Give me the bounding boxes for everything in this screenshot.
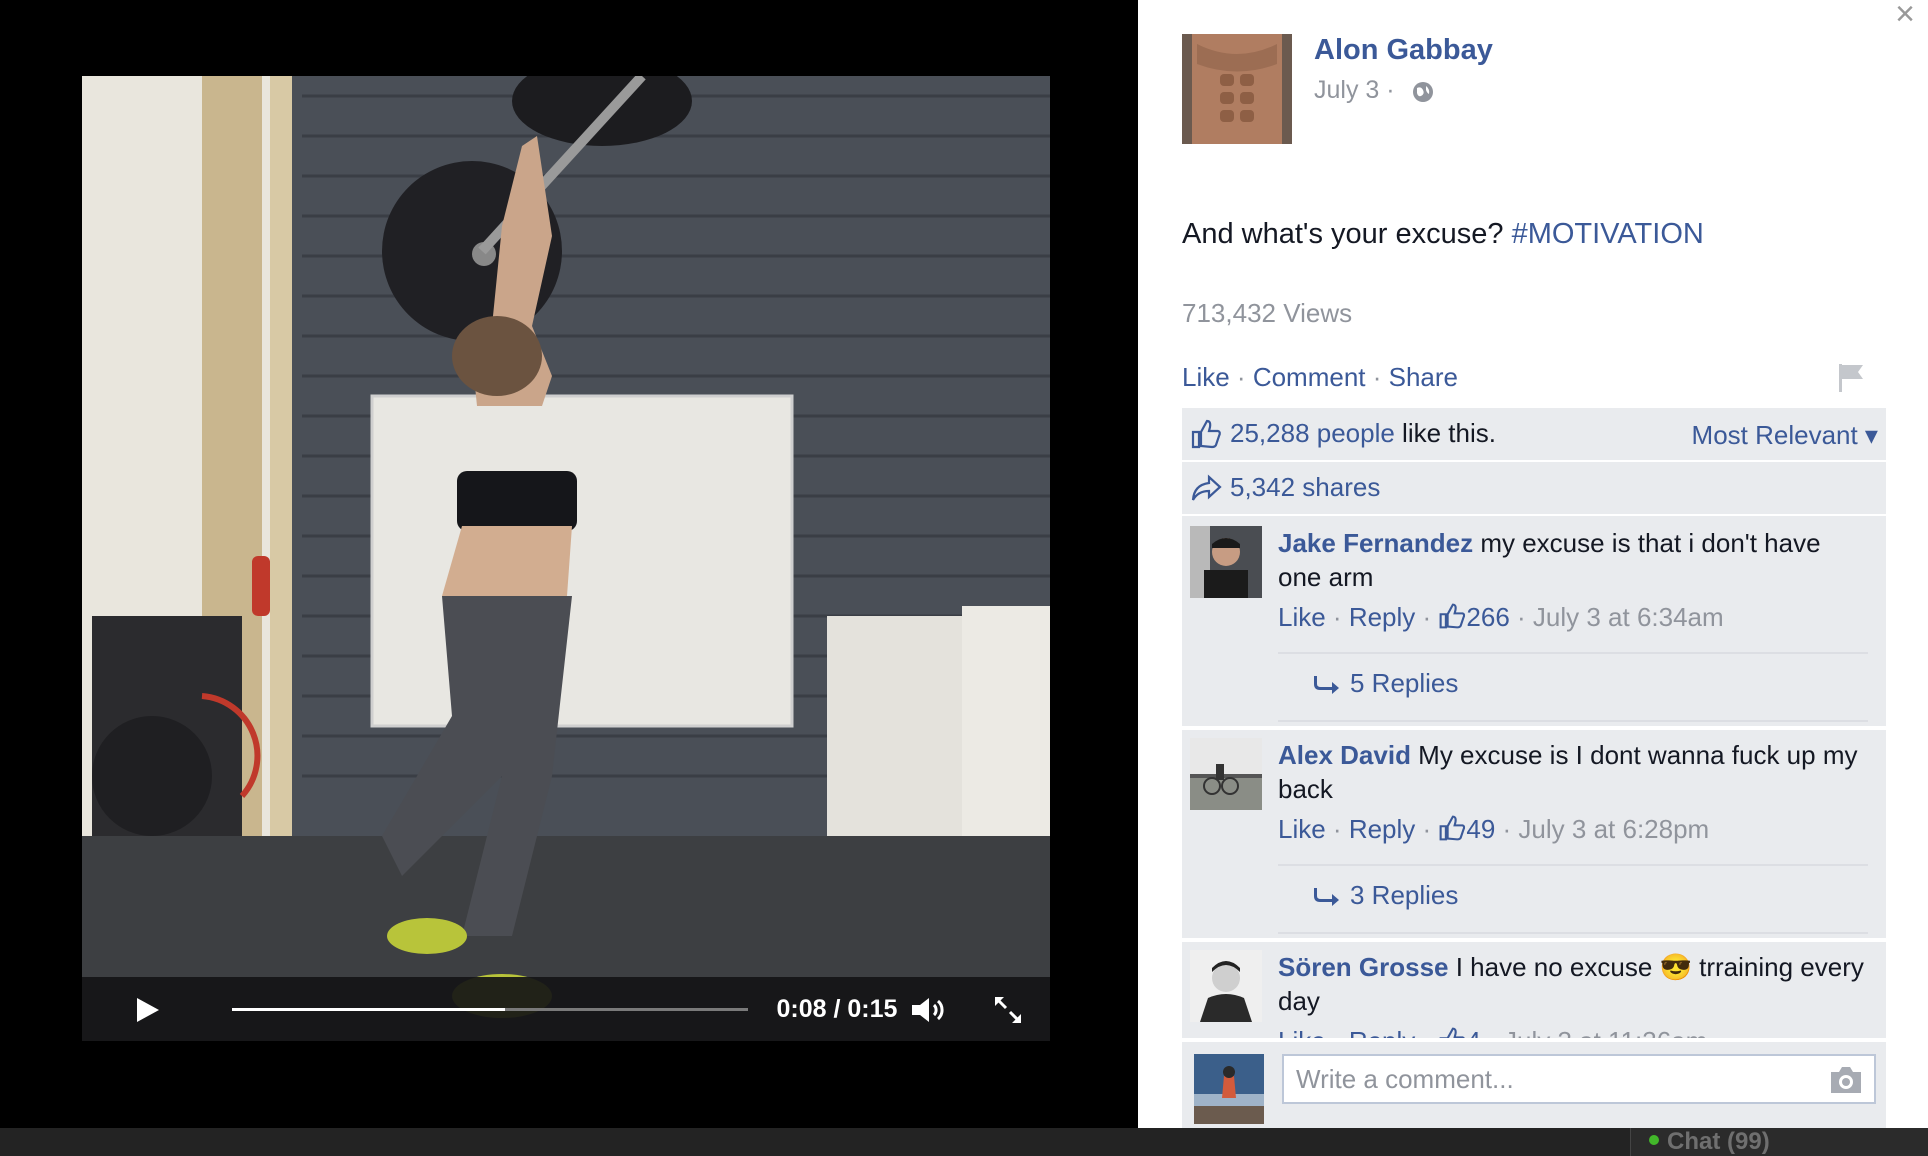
video-frame bbox=[82, 76, 1050, 1041]
like-thumb-icon bbox=[1191, 419, 1221, 449]
globe-icon bbox=[1413, 82, 1433, 102]
commenter-name[interactable]: Jake Fernandez bbox=[1278, 528, 1473, 558]
view-count: 713,432 Views bbox=[1182, 298, 1353, 328]
action-separator: · bbox=[1365, 362, 1389, 392]
comment-like-link[interactable]: Like bbox=[1278, 1026, 1326, 1038]
reply-divider bbox=[1278, 652, 1868, 654]
time-display: 0:08 / 0:15 bbox=[776, 995, 898, 1023]
commenter-name[interactable]: Alex David bbox=[1278, 740, 1411, 770]
commenter-avatar[interactable] bbox=[1190, 738, 1262, 810]
fullscreen-icon[interactable] bbox=[992, 994, 1024, 1026]
current-user-avatar bbox=[1194, 1054, 1264, 1124]
comment-meta: Like · Reply · 266 · July 3 at 6:34am bbox=[1278, 602, 1724, 632]
replies-count: 3 Replies bbox=[1350, 880, 1459, 910]
shares-summary: 5,342 shares bbox=[1182, 462, 1886, 516]
author-name[interactable]: Alon Gabbay bbox=[1314, 34, 1493, 67]
flag-icon[interactable] bbox=[1836, 362, 1866, 394]
commenter-avatar[interactable] bbox=[1190, 950, 1262, 1022]
progress-fill bbox=[232, 1008, 506, 1011]
view-replies-link[interactable]: 5 Replies bbox=[1314, 668, 1458, 699]
comment-timestamp: · July 3 at 6:34am bbox=[1509, 602, 1724, 632]
comment: Sören Grosse I have no excuse 😎 trrainin… bbox=[1182, 942, 1886, 1038]
comment-like-link[interactable]: Like bbox=[1278, 602, 1326, 632]
comment-text: Alex David My excuse is I dont wanna fuc… bbox=[1278, 738, 1868, 806]
view-replies-link[interactable]: 3 Replies bbox=[1314, 880, 1458, 911]
commenter-name[interactable]: Sören Grosse bbox=[1278, 952, 1449, 982]
comment-like-count[interactable]: 49 bbox=[1466, 814, 1495, 844]
feedback-section: 25,288 people like this. Most Relevant ▾… bbox=[1182, 408, 1886, 1038]
like-thumb-icon bbox=[1439, 815, 1466, 841]
volume-icon[interactable] bbox=[910, 996, 950, 1024]
likes-summary: 25,288 people like this. Most Relevant ▾ bbox=[1182, 408, 1886, 462]
author-avatar[interactable] bbox=[1182, 34, 1292, 144]
comment-text: Sören Grosse I have no excuse 😎 trrainin… bbox=[1278, 950, 1868, 1018]
action-separator: · bbox=[1229, 362, 1253, 392]
video-player[interactable]: 0:08 / 0:15 bbox=[82, 76, 1050, 1041]
comment: Jake Fernandez my excuse is that i don't… bbox=[1182, 518, 1886, 724]
likes-count-link[interactable]: 25,288 people bbox=[1230, 418, 1395, 448]
comment-text: Jake Fernandez my excuse is that i don't… bbox=[1278, 526, 1868, 594]
comment-divider bbox=[1278, 720, 1868, 722]
post-text-body: And what's your excuse? bbox=[1182, 218, 1512, 250]
hashtag-link[interactable]: #MOTIVATION bbox=[1512, 218, 1704, 250]
replies-count: 5 Replies bbox=[1350, 668, 1459, 698]
commenter-avatar[interactable] bbox=[1190, 526, 1262, 598]
like-thumb-icon bbox=[1439, 603, 1466, 629]
video-stage: 0:08 / 0:15 bbox=[0, 0, 1138, 1128]
comment-timestamp: · July 3 at 6:28pm bbox=[1495, 814, 1710, 844]
play-icon[interactable] bbox=[134, 997, 160, 1023]
reply-arrow-icon bbox=[1314, 676, 1339, 694]
comment-meta: Like · Reply · 4 · July 3 at 11:36am bbox=[1278, 1026, 1707, 1038]
comment: Alex David My excuse is I dont wanna fuc… bbox=[1182, 730, 1886, 936]
comment-like-link[interactable]: Like bbox=[1278, 814, 1326, 844]
shares-count-link[interactable]: 5,342 shares bbox=[1230, 472, 1380, 502]
post-text: And what's your excuse? #MOTIVATION bbox=[1182, 218, 1704, 251]
comment-divider bbox=[1278, 932, 1868, 934]
comment-link[interactable]: Comment bbox=[1253, 362, 1366, 392]
comment-like-count[interactable]: 4 bbox=[1466, 1026, 1480, 1038]
comment-timestamp: · July 3 at 11:36am bbox=[1481, 1026, 1707, 1038]
close-icon[interactable]: × bbox=[1888, 0, 1922, 34]
comment-meta: Like · Reply · 49 · July 3 at 6:28pm bbox=[1278, 814, 1710, 844]
comment-reply-link[interactable]: Reply bbox=[1349, 1026, 1415, 1038]
video-controls: 0:08 / 0:15 bbox=[82, 977, 1050, 1041]
chat-label: Chat (99) bbox=[1667, 1128, 1770, 1155]
comment-like-count[interactable]: 266 bbox=[1466, 602, 1509, 632]
like-thumb-icon bbox=[1439, 1027, 1466, 1038]
online-dot-icon bbox=[1649, 1135, 1659, 1145]
camera-icon[interactable] bbox=[1828, 1064, 1864, 1096]
sort-dropdown[interactable]: Most Relevant ▾ bbox=[1692, 420, 1878, 451]
post-actions: Like · Comment · Share bbox=[1182, 362, 1458, 393]
comment-reply-link[interactable]: Reply bbox=[1349, 602, 1415, 632]
comment-composer bbox=[1182, 1042, 1886, 1128]
reply-arrow-icon bbox=[1314, 888, 1339, 906]
progress-bar[interactable] bbox=[232, 1008, 748, 1011]
reply-divider bbox=[1278, 864, 1868, 866]
comment-input[interactable] bbox=[1282, 1054, 1876, 1104]
likes-suffix: like this. bbox=[1394, 418, 1496, 448]
chat-tab[interactable]: Chat (99) bbox=[1630, 1128, 1928, 1156]
post-date[interactable]: July 3 · bbox=[1314, 76, 1395, 105]
like-link[interactable]: Like bbox=[1182, 362, 1230, 392]
share-arrow-icon bbox=[1191, 474, 1222, 501]
comment-reply-link[interactable]: Reply bbox=[1349, 814, 1415, 844]
share-link[interactable]: Share bbox=[1389, 362, 1458, 392]
